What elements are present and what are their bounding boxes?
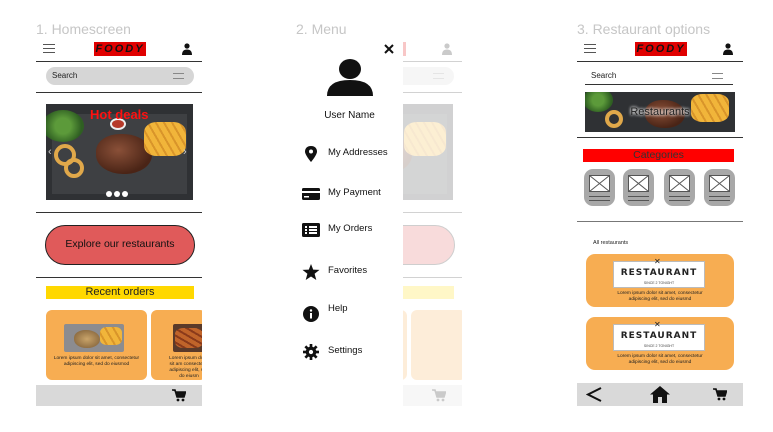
menu-item-label: Settings: [328, 345, 363, 356]
restaurant-card[interactable]: ✕ RESTAURANT SINCE 2 TONIGHT Lorem ipsum…: [586, 317, 734, 370]
menu-item-my-addresses[interactable]: My Addresses: [296, 144, 406, 166]
menu-item-settings[interactable]: Settings: [296, 342, 406, 364]
search-input[interactable]: Search: [585, 67, 733, 85]
restaurant-description: Lorem ipsum dolor sit amet, consectetur …: [617, 354, 703, 365]
info-icon: [303, 306, 319, 322]
bottom-nav-bar: [577, 383, 743, 406]
carousel-dots[interactable]: [106, 184, 130, 200]
frame-title-homescreen: 1. Homescreen: [36, 21, 131, 37]
hamburger-menu-icon[interactable]: [584, 44, 596, 53]
hot-deals-banner[interactable]: Hot deals ‹ ›: [46, 104, 193, 200]
banner-divider: [36, 212, 202, 213]
utensils-icon: ✕: [654, 320, 661, 329]
search-label: Search: [52, 71, 78, 80]
hot-deals-label: Hot deals: [90, 107, 149, 122]
menu-item-help[interactable]: Help: [296, 300, 406, 322]
carousel-prev-icon[interactable]: ‹: [48, 146, 52, 158]
frame-title-menu: 2. Menu: [296, 21, 347, 37]
star-icon: [302, 264, 320, 280]
restaurant-logo: ✕ RESTAURANT SINCE 2 TONIGHT: [613, 320, 705, 351]
image-placeholder-icon: [669, 175, 690, 192]
restaurants-banner[interactable]: Restaurants: [585, 92, 735, 132]
explore-restaurants-button[interactable]: Explore our restaurants: [45, 225, 195, 265]
order-image: [173, 324, 202, 352]
credit-card-icon: [302, 188, 320, 200]
home-icon[interactable]: [650, 386, 670, 403]
restaurant-logo: ✕ RESTAURANT SINCE 2 TONIGHT: [613, 257, 705, 288]
app-logo: FOODY: [94, 42, 146, 56]
restaurant-options-frame: FOODY Search Restaurants Categories All …: [577, 38, 743, 406]
side-menu-drawer: User Name My Addresses My Payment My Ord…: [296, 38, 403, 406]
menu-item-my-payment[interactable]: My Payment: [296, 184, 406, 206]
close-icon[interactable]: [384, 44, 394, 54]
menu-item-label: My Addresses: [328, 147, 388, 158]
menu-item-label: My Payment: [328, 187, 381, 198]
frame-title-restaurant-options: 3. Restaurant options: [577, 21, 711, 37]
cart-icon[interactable]: [713, 388, 727, 401]
menu-item-label: My Orders: [328, 223, 373, 234]
order-card-description: Lorem ipsum dolor sit amet, consectetur …: [53, 356, 140, 367]
app-logo: FOODY: [635, 42, 687, 56]
filter-icon[interactable]: [173, 73, 184, 79]
restaurant-sign-subtext: SINCE 2 TONIGHT: [643, 344, 675, 348]
image-placeholder-icon: [709, 175, 730, 192]
gear-icon: [303, 344, 319, 360]
restaurants-banner-label: Restaurants: [630, 106, 690, 118]
bottom-bar: [36, 385, 202, 406]
all-restaurants-label: All restaurants: [593, 240, 629, 246]
menu-item-label: Favorites: [328, 265, 368, 276]
menu-item-label: Help: [328, 303, 348, 314]
categories-divider: [577, 221, 743, 222]
category-tile[interactable]: [584, 169, 615, 206]
categories-header: Categories: [583, 149, 734, 162]
user-icon[interactable]: [182, 43, 192, 55]
filter-icon[interactable]: [712, 73, 723, 79]
user-avatar-icon[interactable]: [325, 58, 375, 96]
homescreen-frame: FOODY Search Hot deals ‹ › Explore our r…: [36, 38, 202, 406]
header-divider: [36, 61, 202, 62]
back-arrow-icon[interactable]: [586, 387, 602, 402]
recent-order-card[interactable]: Lorem ipsum dolor sit amet, consectetur …: [46, 310, 147, 380]
search-divider: [36, 92, 202, 93]
banner-divider: [577, 137, 743, 138]
user-name: User Name: [324, 110, 375, 121]
header-divider: [577, 61, 743, 62]
menu-frame: User Name My Addresses My Payment My Ord…: [296, 38, 462, 406]
category-tile[interactable]: [704, 169, 735, 206]
cart-icon[interactable]: [172, 389, 186, 402]
category-tile[interactable]: [664, 169, 695, 206]
search-input[interactable]: Search: [46, 67, 194, 85]
restaurant-sign-subtext: SINCE 2 TONIGHT: [643, 281, 675, 285]
image-placeholder-icon: [628, 175, 649, 192]
restaurant-sign-text: RESTAURANT: [620, 331, 698, 341]
menu-item-my-orders[interactable]: My Orders: [296, 220, 406, 242]
recent-order-card-partial[interactable]: Lorem ipsum dolor sit am consectetur adi…: [151, 310, 202, 380]
explore-divider: [36, 277, 202, 278]
restaurant-card[interactable]: ✕ RESTAURANT SINCE 2 TONIGHT Lorem ipsum…: [586, 254, 734, 307]
recent-orders-header: Recent orders: [46, 286, 194, 299]
search-label: Search: [591, 71, 617, 80]
category-tile[interactable]: [623, 169, 654, 206]
location-pin-icon: [305, 146, 317, 162]
order-image: [64, 324, 124, 352]
order-card-description: Lorem ipsum dolor sit am consectetur adi…: [169, 356, 202, 379]
image-placeholder-icon: [589, 175, 610, 192]
utensils-icon: ✕: [654, 257, 661, 266]
menu-item-favorites[interactable]: Favorites: [296, 262, 406, 284]
restaurant-description: Lorem ipsum dolor sit amet, consectetur …: [617, 291, 703, 302]
carousel-next-icon[interactable]: ›: [183, 146, 187, 158]
user-icon[interactable]: [723, 43, 733, 55]
restaurant-sign-text: RESTAURANT: [620, 268, 698, 278]
hamburger-menu-icon[interactable]: [43, 44, 55, 53]
list-icon: [302, 223, 320, 237]
